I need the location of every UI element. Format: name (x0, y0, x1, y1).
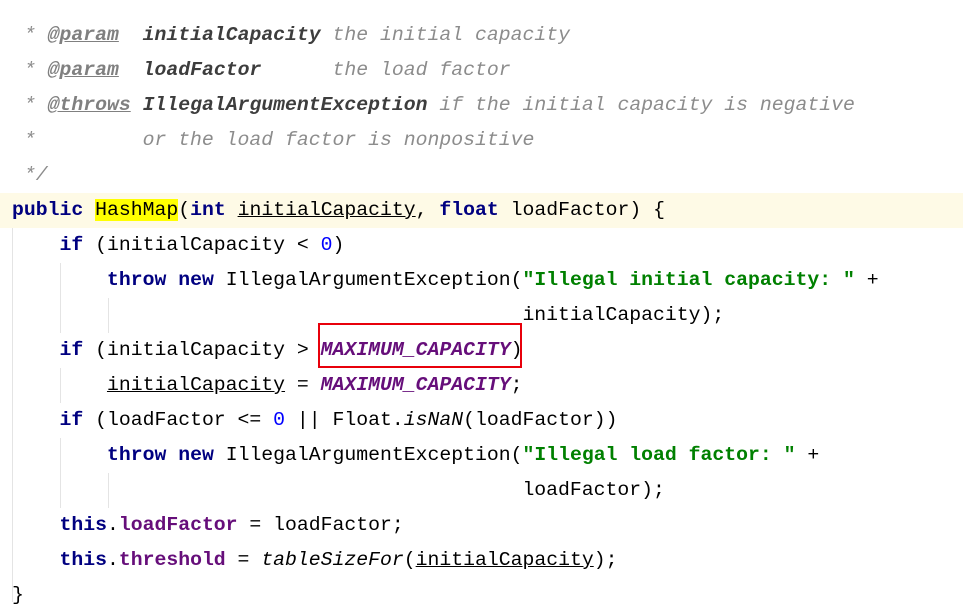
code-token-kw: if (59, 409, 84, 431)
code-token: ( (178, 199, 191, 221)
code-token-dn: IllegalArgumentException (142, 94, 428, 116)
code-token-cm (131, 94, 143, 116)
code-token: || Float. (285, 409, 404, 431)
code-token: , (415, 199, 440, 221)
code-token: loadFactor); (12, 479, 665, 501)
code-token-cm: * (12, 24, 48, 46)
code-token-str: "Illegal load factor: " (522, 444, 796, 466)
code-token-kw: this (59, 549, 107, 571)
code-token: = (285, 374, 321, 396)
code-line[interactable]: this.threshold = tableSizeFor(initialCap… (12, 543, 963, 578)
code-token-field: loadFactor (118, 514, 238, 536)
code-line[interactable]: initialCapacity = MAXIMUM_CAPACITY; (12, 368, 963, 403)
code-token-kw: new (178, 269, 214, 291)
code-token-cm: if the initial capacity is negative (427, 94, 855, 116)
code-line[interactable]: if (loadFactor <= 0 || Float.isNaN(loadF… (12, 403, 963, 438)
code-token-cm (119, 59, 143, 81)
javadoc-comment-line[interactable]: * or the load factor is nonpositive (12, 123, 963, 158)
code-token-const: MAXIMUM_CAPACITY (320, 374, 511, 396)
code-token-tag: @param (47, 59, 119, 81)
code-token-cm: * (12, 59, 48, 81)
code-token-ul: initialCapacity (106, 374, 286, 396)
code-token-cm: * (12, 94, 48, 116)
code-token: IllegalArgumentException( (213, 269, 523, 291)
code-token: (loadFactor)) (463, 409, 618, 431)
code-token: + (854, 269, 879, 291)
code-token-dn: initialCapacity (142, 24, 321, 46)
code-token-cm: * (12, 0, 36, 11)
code-token-cm: */ (12, 164, 48, 186)
code-token: ; (510, 374, 523, 396)
code-token-tag: @throws (47, 94, 131, 116)
code-token-kw: float (439, 199, 499, 221)
code-line[interactable]: public HashMap(int initialCapacity, floa… (0, 193, 963, 228)
annotation-highlight-box (318, 323, 522, 368)
code-token-kw: new (178, 444, 214, 466)
code-token-num: 0 (273, 409, 286, 431)
code-token: (initialCapacity < (83, 234, 321, 256)
code-token: (initialCapacity > (83, 339, 321, 361)
code-token: ( (403, 549, 416, 571)
code-token-field: threshold (118, 549, 226, 571)
code-token-kw: this (59, 514, 107, 536)
code-line[interactable]: throw new IllegalArgumentException("Ille… (12, 438, 963, 473)
code-token-cm: the initial capacity (320, 24, 570, 46)
code-token: } (12, 584, 24, 606)
code-line[interactable]: loadFactor); (12, 473, 963, 508)
code-token: ) (332, 234, 345, 256)
code-token-kw: throw (106, 269, 167, 291)
code-token-dn: loadFactor (142, 59, 262, 81)
code-token-kw: if (59, 234, 84, 256)
javadoc-comment-line[interactable]: * @param initialCapacity the initial cap… (12, 18, 963, 53)
javadoc-comment-line[interactable]: * @throws IllegalArgumentException if th… (12, 88, 963, 123)
code-token-kw: if (59, 339, 84, 361)
code-token-ul: initialCapacity (415, 549, 594, 571)
code-token: = loadFactor; (237, 514, 404, 536)
code-line[interactable]: if (initialCapacity < 0) (12, 228, 963, 263)
javadoc-comment-line[interactable]: * (12, 0, 963, 18)
code-line[interactable]: throw new IllegalArgumentException("Ille… (12, 263, 963, 298)
code-token-cm: the load factor (261, 59, 511, 81)
code-token-kw: int (190, 199, 226, 221)
code-line[interactable]: } (12, 578, 963, 613)
code-token: ); (593, 549, 618, 571)
code-token-str: "Illegal initial capacity: " (522, 269, 855, 291)
code-token-kw: public (12, 199, 84, 221)
code-token-ul: initialCapacity (237, 199, 416, 221)
javadoc-comment-line[interactable]: * @param loadFactor the load factor (12, 53, 963, 88)
code-token-sm: tableSizeFor (261, 549, 404, 571)
code-token: + (795, 444, 820, 466)
code-editor[interactable]: * * @param initialCapacity the initial c… (0, 0, 963, 606)
code-token-cm (119, 24, 143, 46)
code-token-tag: @param (47, 24, 119, 46)
code-token: . (106, 549, 119, 571)
code-token-sm: isNaN (403, 409, 464, 431)
code-token-kw: throw (106, 444, 167, 466)
code-token: IllegalArgumentException( (213, 444, 523, 466)
code-token: . (106, 514, 119, 536)
code-token-hl: HashMap (95, 199, 179, 221)
code-token-cm: * or the load factor is nonpositive (12, 129, 535, 151)
code-token: loadFactor) { (498, 199, 665, 221)
javadoc-comment-line[interactable]: */ (12, 158, 963, 193)
code-token-num: 0 (320, 234, 333, 256)
code-token: = (225, 549, 262, 571)
code-token: (loadFactor <= (83, 409, 274, 431)
code-line[interactable]: this.loadFactor = loadFactor; (12, 508, 963, 543)
